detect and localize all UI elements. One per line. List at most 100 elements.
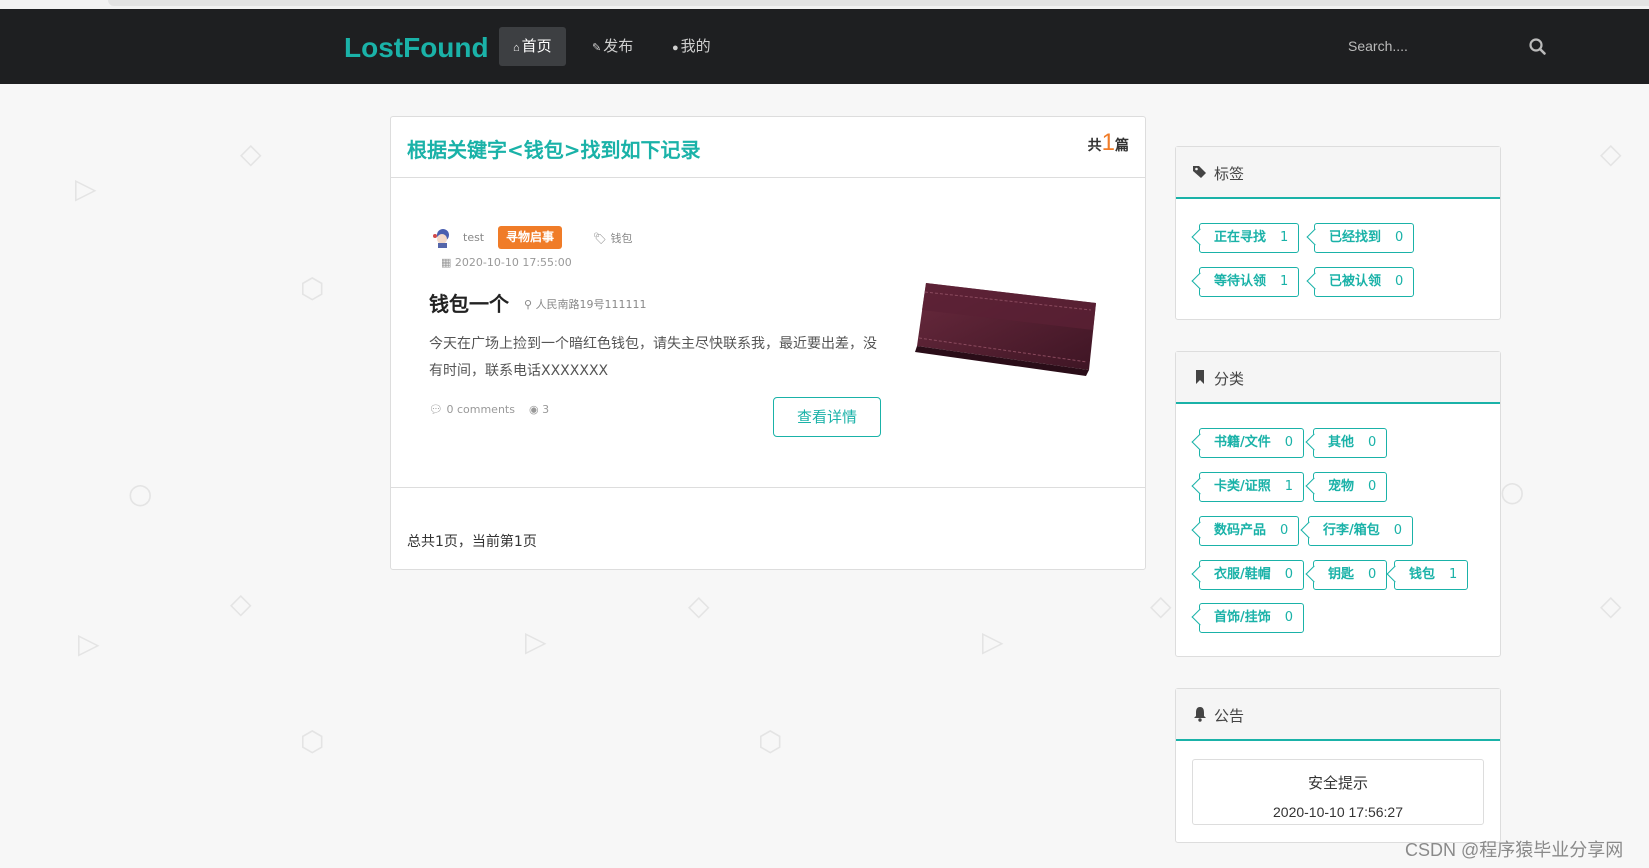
tag-count: 1: [1449, 567, 1458, 582]
triangle-decoration: ▷: [78, 627, 100, 660]
status-badge: 寻物启事: [498, 226, 563, 249]
post-location: ⚲ 人民南路19号111111: [524, 296, 647, 312]
home-icon: ⌂: [513, 42, 520, 54]
tag-label: 数码产品: [1214, 523, 1267, 538]
tag-count: 1: [1280, 230, 1289, 245]
tag-awaiting-claim[interactable]: 等待认领 1: [1199, 267, 1300, 297]
notice-panel-title: 公告: [1214, 707, 1245, 725]
search-icon[interactable]: [1526, 35, 1550, 59]
tag-count: 0: [1395, 274, 1404, 289]
nav-item-home[interactable]: ⌂ 首页: [499, 27, 566, 66]
results-title: 根据关键字<钱包>找到如下记录: [407, 138, 701, 162]
category-pets[interactable]: 宠物 0: [1313, 472, 1388, 502]
tag-label: 其他: [1328, 435, 1355, 450]
triangle-decoration: ▷: [525, 625, 547, 658]
search-input[interactable]: [1340, 31, 1536, 61]
count-suffix: 篇: [1115, 138, 1129, 154]
bookmark-icon: [1196, 370, 1204, 384]
count-number: 1: [1101, 129, 1115, 156]
user-icon: ●: [672, 42, 679, 54]
diamond-decoration: ◇: [1600, 137, 1622, 170]
nav-item-mine[interactable]: ● 我的: [658, 27, 725, 66]
tags-icon: [1193, 166, 1206, 178]
top-strip-line: [108, 0, 1649, 6]
category-keys[interactable]: 钥匙 0: [1313, 560, 1388, 590]
post-card: test 寻物启事 🏷︎ 钱包 ▦ 2020-10-10 17:55:00 钱包…: [391, 178, 1145, 488]
category-books[interactable]: 书籍/文件 0: [1199, 428, 1305, 458]
tag-searching[interactable]: 正在寻找 1: [1199, 223, 1300, 253]
post-tag[interactable]: 🏷︎ 钱包: [593, 230, 632, 246]
diamond-decoration: ◇: [1600, 589, 1622, 622]
tag-label: 钱包: [1409, 567, 1436, 582]
post-comments[interactable]: 0 comments: [446, 403, 515, 416]
tag-count: 0: [1393, 523, 1403, 538]
tag-count: 0: [1284, 610, 1294, 625]
tag-label: 等待认领: [1214, 274, 1267, 289]
nav-item-label: 首页: [521, 38, 552, 55]
circle-decoration: ○: [128, 477, 153, 510]
post-location-value: 人民南路19号111111: [535, 298, 647, 311]
search-results-panel: 根据关键字<钱包>找到如下记录 共1篇 test 寻物启事 🏷︎ 钱包 ▦ 20…: [390, 116, 1146, 570]
tag-count: 0: [1368, 479, 1377, 494]
view-details-button[interactable]: 查看详情: [773, 397, 881, 437]
diamond-decoration: ◇: [1150, 589, 1172, 622]
post-views: 3: [542, 403, 550, 416]
hexagon-decoration: ⬡: [758, 725, 783, 758]
post-title[interactable]: 钱包一个: [429, 288, 509, 317]
category-wallet[interactable]: 钱包 1: [1394, 560, 1469, 590]
hexagon-decoration: ⬡: [300, 725, 325, 758]
calendar-icon: ▦: [441, 256, 452, 269]
tag-label: 已被认领: [1329, 274, 1382, 289]
comment-icon: 💬︎: [429, 403, 443, 416]
tag-found[interactable]: 已经找到 0: [1314, 223, 1415, 253]
tag-claimed[interactable]: 已被认领 0: [1314, 267, 1415, 297]
post-tag-label: 钱包: [610, 232, 633, 245]
tag-count: 0: [1368, 567, 1377, 582]
category-panel: 分类 书籍/文件 0 其他 0 卡类/证照 1 宠物 0 数码产品 0 行李/箱包 0 衣服…: [1175, 351, 1501, 657]
category-jewelry[interactable]: 首饰/挂饰 0: [1199, 603, 1305, 633]
category-panel-title: 分类: [1214, 370, 1245, 388]
diamond-decoration: ◇: [230, 587, 252, 620]
tag-label: 卡类/证照: [1214, 479, 1271, 494]
count-prefix: 共: [1087, 138, 1102, 154]
tag-count: 1: [1284, 479, 1294, 494]
post-summary: 今天在广场上捡到一个暗红色钱包，请失主尽快联系我，最近要出差，没有时间，联系电话…: [429, 336, 877, 379]
edit-icon: ✎: [592, 42, 602, 54]
notice-item[interactable]: 安全提示 2020-10-10 17:56:27: [1192, 759, 1484, 825]
category-other[interactable]: 其他 0: [1313, 428, 1388, 458]
category-electronics[interactable]: 数码产品 0: [1199, 516, 1300, 546]
tags-panel: 标签 正在寻找 1 已经找到 0 等待认领 1 已被认领 0: [1175, 146, 1501, 320]
triangle-decoration: ▷: [982, 625, 1004, 658]
tag-label: 正在寻找: [1214, 230, 1267, 245]
csdn-watermark: CSDN @程序猿毕业分享网: [1405, 840, 1624, 860]
map-pin-icon: ⚲: [524, 298, 533, 311]
top-navbar: LostFound ⌂ 首页 ✎ 发布 ● 我的: [0, 9, 1649, 84]
diamond-decoration: ◇: [688, 589, 710, 622]
avatar[interactable]: [431, 226, 453, 248]
tag-label: 已经找到: [1329, 230, 1382, 245]
notice-time: 2020-10-10 17:56:27: [1273, 804, 1403, 820]
tag-label: 钥匙: [1328, 567, 1355, 582]
eye-icon: ◉: [528, 403, 539, 416]
wallet-image[interactable]: [911, 248, 1111, 388]
post-meta: 💬︎ 0 comments ◉ 3: [429, 403, 549, 416]
category-cards[interactable]: 卡类/证照 1: [1199, 472, 1305, 502]
pagination-info: 总共1页，当前第1页: [407, 534, 537, 550]
circle-decoration: ○: [1500, 475, 1525, 508]
nav-item-publish[interactable]: ✎ 发布: [578, 27, 647, 66]
tag-label: 宠物: [1328, 479, 1355, 494]
diamond-decoration: ◇: [240, 137, 262, 170]
results-count: 共1篇: [1088, 129, 1129, 157]
tag-count: 0: [1280, 523, 1289, 538]
post-author[interactable]: test: [463, 231, 484, 244]
category-luggage[interactable]: 行李/箱包 0: [1308, 516, 1414, 546]
tag-count: 0: [1284, 567, 1294, 582]
browser-top-strip: [0, 0, 1649, 9]
post-date: ▦ 2020-10-10 17:55:00: [441, 256, 572, 269]
tag-count: 1: [1280, 274, 1289, 289]
nav-item-label: 我的: [680, 38, 711, 55]
tags-panel-header: 标签: [1176, 147, 1500, 199]
brand-logo[interactable]: LostFound: [344, 32, 489, 64]
notice-title: 安全提示: [1307, 774, 1368, 792]
category-clothing[interactable]: 衣服/鞋帽 0: [1199, 560, 1305, 590]
